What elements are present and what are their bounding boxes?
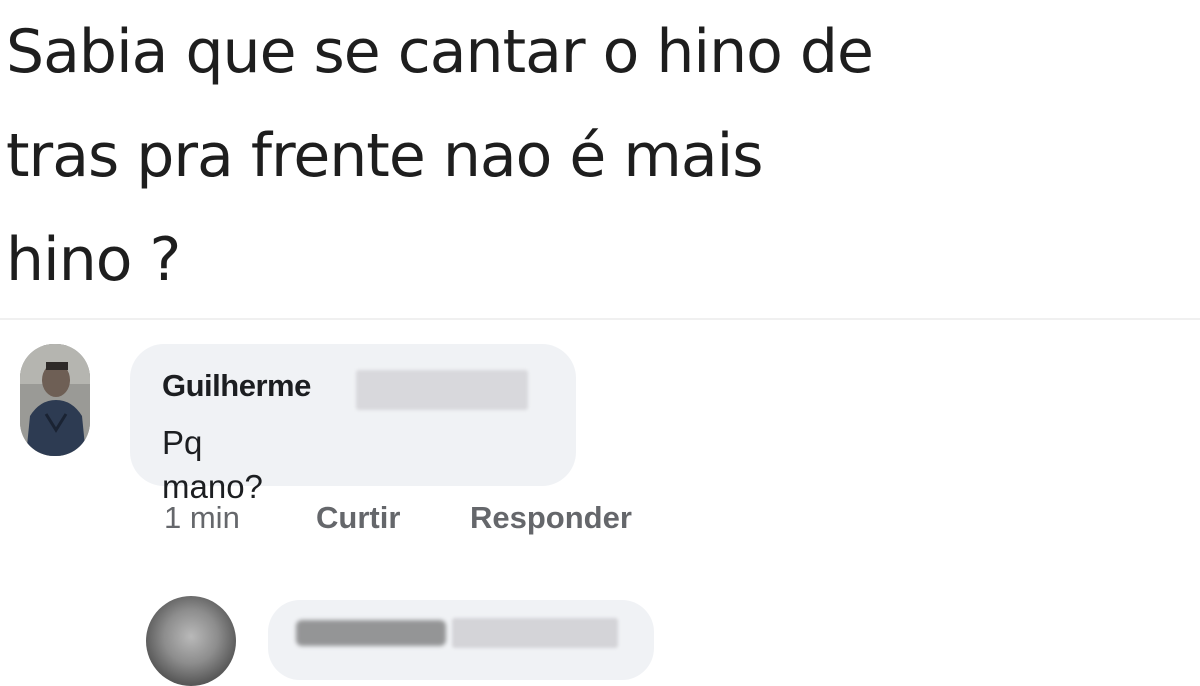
divider (0, 318, 1200, 320)
comment-text: Pq mano? (162, 424, 263, 505)
comment-author[interactable] (296, 620, 446, 646)
post-text-line: Sabia que se cantar o hino de (6, 17, 874, 87)
reply-button[interactable]: Responder (470, 498, 632, 538)
redacted-surname (356, 370, 528, 410)
avatar-photo-icon (20, 344, 90, 456)
comment-timestamp[interactable]: 1 min (164, 498, 240, 538)
post-text: Sabia que se cantar o hino de tras pra f… (6, 0, 1186, 312)
avatar[interactable] (146, 596, 236, 686)
post-text-line: hino ? (6, 225, 181, 295)
like-button[interactable]: Curtir (316, 498, 400, 538)
avatar[interactable] (20, 344, 90, 456)
comment-author[interactable]: Guilherme (162, 366, 311, 406)
post-text-line: tras pra frente nao é mais (6, 121, 764, 191)
redacted-surname (452, 618, 618, 648)
